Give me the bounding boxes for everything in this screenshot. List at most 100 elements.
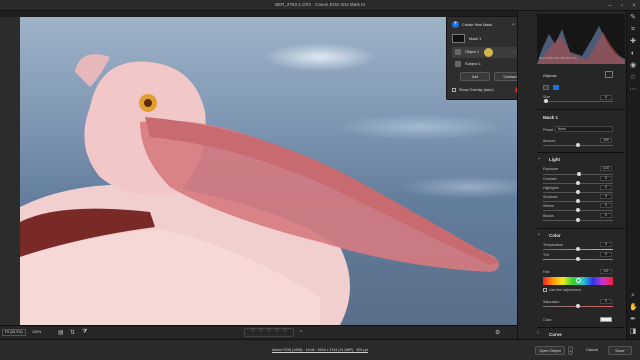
color-swatch[interactable] <box>600 317 612 322</box>
zoom-icon[interactable]: ⌕ <box>629 292 637 300</box>
image-canvas[interactable] <box>20 17 517 325</box>
color-label: Color <box>543 318 552 322</box>
histogram: f/8.0 1/500 ISO 400 200 mm <box>537 14 625 64</box>
overlay-label: Show Overlay (auto) <box>459 88 494 92</box>
exposure-slider[interactable] <box>543 172 613 176</box>
brush-select-icon[interactable] <box>553 85 559 90</box>
open-options-icon[interactable]: ⌄ <box>568 346 573 355</box>
size-slider[interactable] <box>543 99 613 103</box>
mask-thumbnail[interactable] <box>452 34 465 43</box>
rating-star-3-icon[interactable]: ☆ <box>266 328 272 334</box>
subject-mask-icon <box>455 61 461 67</box>
highlights-value[interactable]: 0 <box>600 185 612 190</box>
object-item-label: Object 1 <box>465 50 480 54</box>
whites-value[interactable]: 0 <box>600 203 612 208</box>
create-new-mask-label[interactable]: Create New Mask <box>462 23 492 27</box>
mask-name[interactable]: Mask 1 <box>469 37 481 41</box>
cancel-label: Cancel <box>586 348 598 352</box>
tint-slider[interactable] <box>543 257 613 261</box>
saturation-slider[interactable] <box>543 304 613 308</box>
object-brush-icon[interactable] <box>605 71 613 78</box>
add-label: Add <box>471 75 479 79</box>
zoom-percent[interactable]: 100% <box>32 330 41 334</box>
tint-label: Tint <box>543 253 549 257</box>
fine-adjust-checkbox[interactable] <box>543 288 547 292</box>
sort-icon[interactable]: ⇅ <box>70 329 75 336</box>
hue-knob[interactable] <box>576 278 581 283</box>
filmstrip-icon[interactable]: ▤ <box>58 329 64 336</box>
overlay-checkbox[interactable] <box>452 88 456 92</box>
compare-icon[interactable]: ▫ <box>300 329 302 335</box>
rating-star-2-icon[interactable]: ☆ <box>258 328 264 334</box>
done-button[interactable]: Done <box>608 346 632 355</box>
presets-icon[interactable]: ☆ <box>629 74 637 82</box>
fine-adjust-label: Use fine adjustment <box>549 288 581 292</box>
shadows-value[interactable]: 0 <box>600 194 612 199</box>
more-options-icon[interactable]: ⋯ <box>512 49 516 54</box>
divider <box>537 228 625 229</box>
redeye-icon[interactable]: ◉ <box>629 62 637 70</box>
mask-icon[interactable]: ◐ <box>629 50 637 58</box>
shadows-slider[interactable] <box>543 199 613 203</box>
rating-star-1-icon[interactable]: ☆ <box>250 328 256 334</box>
chevron-down-icon[interactable]: ⌄ <box>537 155 541 161</box>
maximize-icon[interactable]: ▫ <box>616 0 628 11</box>
preset-select[interactable]: None <box>555 126 613 132</box>
toggle-icon[interactable]: ◨ <box>629 328 637 336</box>
highlights-slider[interactable] <box>543 190 613 194</box>
edit-icon[interactable]: ✎ <box>629 14 637 22</box>
undo-icon[interactable]: ↶ <box>512 22 515 27</box>
chevron-right-icon[interactable]: › <box>537 330 539 336</box>
add-button[interactable]: Add <box>460 72 490 81</box>
subject-item-label[interactable]: Subject 1 <box>465 62 481 66</box>
filter-icon[interactable]: ⧩ <box>82 329 87 336</box>
sampler-icon[interactable]: ✒ <box>629 316 637 324</box>
amount-label: Amount <box>543 139 556 143</box>
whites-label: Whites <box>543 204 554 208</box>
cancel-button[interactable]: Cancel <box>581 346 603 355</box>
more-tools-icon[interactable]: ⋯ <box>629 86 637 94</box>
blacks-value[interactable]: 0 <box>600 213 612 218</box>
hue-value[interactable]: 0.0 <box>600 269 612 274</box>
saturation-value[interactable]: 0 <box>600 299 612 304</box>
contrast-label: Contrast <box>543 177 557 181</box>
crop-icon[interactable]: ⌗ <box>629 26 637 34</box>
heal-icon[interactable]: ✚ <box>629 38 637 46</box>
temperature-slider[interactable] <box>543 247 613 251</box>
whites-slider[interactable] <box>543 208 613 212</box>
light-section-title: Light <box>549 157 560 162</box>
hue-spectrum[interactable] <box>543 277 613 285</box>
object-mask-icon <box>455 49 461 55</box>
size-value[interactable]: 0 <box>600 95 612 100</box>
hand-icon[interactable]: ✋ <box>629 304 638 312</box>
objects-label: Objects <box>543 73 557 78</box>
open-object-button[interactable]: Open Object <box>535 346 565 355</box>
rating-star-5-icon[interactable]: ☆ <box>282 328 288 334</box>
zoom-value: Fit (26.3%) <box>5 330 23 334</box>
amount-slider[interactable] <box>543 143 613 147</box>
temperature-value[interactable]: 0 <box>600 242 612 247</box>
rating-star-4-icon[interactable]: ☆ <box>274 328 280 334</box>
contrast-value[interactable]: 0 <box>600 176 612 181</box>
amount-value[interactable]: 100 <box>600 138 612 143</box>
left-gutter <box>0 17 20 325</box>
zoom-select[interactable]: Fit (26.3%) <box>2 329 26 336</box>
tint-value[interactable]: 0 <box>600 252 612 257</box>
minimize-icon[interactable]: – <box>604 0 616 11</box>
preset-value: None <box>558 127 566 131</box>
rect-select-icon[interactable] <box>543 85 549 90</box>
exposure-value[interactable]: 1.00 <box>600 166 612 171</box>
title-bar: BER_2753-1.CR2 · Canon EOS-1Ds Mark III … <box>0 0 640 11</box>
divider <box>537 152 625 153</box>
chevron-down-icon[interactable]: ⌄ <box>537 231 541 237</box>
blacks-label: Blacks <box>543 214 554 218</box>
contrast-slider[interactable] <box>543 181 613 185</box>
close-icon[interactable]: × <box>628 0 640 11</box>
settings-icon[interactable]: ⚙ <box>495 329 500 336</box>
window-title: BER_2753-1.CR2 · Canon EOS-1Ds Mark III <box>275 2 365 7</box>
create-mask-icon[interactable]: + <box>452 21 459 28</box>
highlights-label: Highlights <box>543 186 559 190</box>
divider <box>537 109 625 110</box>
blacks-slider[interactable] <box>543 218 613 222</box>
cursor-highlight-icon <box>484 48 493 57</box>
